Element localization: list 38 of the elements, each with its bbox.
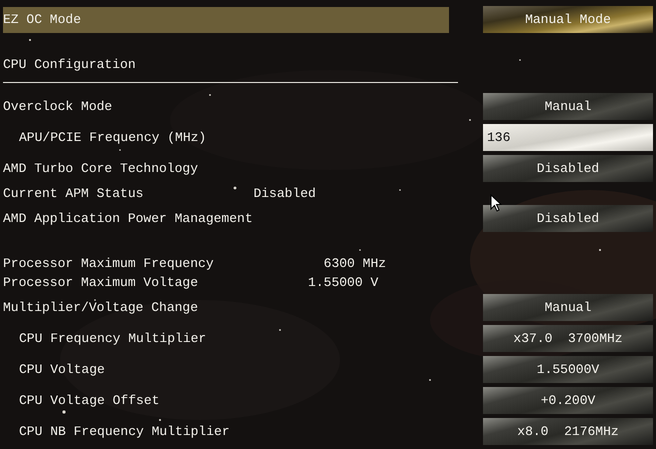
setting-label: Multiplier/Voltage Change — [3, 300, 198, 315]
setting-row[interactable]: CPU NB Frequency Multiplier — [3, 418, 449, 444]
info-value: 6300 MHz — [324, 256, 386, 271]
option-button[interactable]: x8.0 2176MHz — [483, 418, 653, 445]
option-button[interactable]: Manual — [483, 93, 653, 120]
info-label: Processor Maximum Frequency — [3, 256, 214, 271]
setting-row[interactable]: Multiplier/Voltage Change — [3, 294, 449, 320]
info-label: Current APM Status — [3, 186, 144, 201]
option-button[interactable]: x37.0 3700MHz — [483, 325, 653, 352]
setting-label: Overclock Mode — [3, 99, 112, 114]
setting-label: APU/PCIE Frequency (MHz) — [18, 130, 206, 145]
setting-label: CPU Voltage — [18, 362, 105, 377]
setting-row[interactable]: CPU Voltage — [3, 356, 449, 382]
option-button[interactable]: 1.55000V — [483, 356, 653, 383]
setting-row[interactable]: AMD Turbo Core Technology — [3, 156, 449, 182]
setting-row[interactable]: AMD Application Power Management — [3, 206, 449, 232]
option-button[interactable]: Disabled — [483, 205, 653, 232]
mouse-cursor-icon — [490, 194, 502, 212]
setting-label: AMD Application Power Management — [3, 211, 253, 226]
setting-row[interactable]: CPU Voltage Offset — [3, 388, 449, 414]
value-input-field[interactable]: 136 — [483, 124, 653, 151]
setting-label: CPU NB Frequency Multiplier — [18, 424, 230, 439]
setting-label: CPU Voltage Offset — [18, 393, 160, 408]
info-value: 1.55000 V — [308, 275, 378, 290]
setting-label: AMD Turbo Core Technology — [3, 161, 198, 176]
setting-label: EZ OC Mode — [3, 12, 82, 27]
option-button[interactable]: +0.200V — [483, 387, 653, 414]
setting-row[interactable]: APU/PCIE Frequency (MHz) — [3, 124, 449, 150]
option-button[interactable]: Manual — [483, 294, 653, 321]
setting-label: CPU Frequency Multiplier — [18, 331, 206, 346]
setting-row[interactable]: CPU Frequency Multiplier — [3, 326, 449, 352]
option-button[interactable]: Disabled — [483, 155, 653, 182]
info-label: Processor Maximum Voltage — [3, 275, 198, 290]
option-button[interactable]: Manual Mode — [483, 6, 653, 33]
setting-row[interactable]: Overclock Mode — [3, 94, 449, 120]
section-heading: CPU Configuration — [3, 56, 137, 74]
info-value: Disabled — [253, 186, 316, 201]
setting-row[interactable]: EZ OC Mode — [3, 6, 449, 32]
